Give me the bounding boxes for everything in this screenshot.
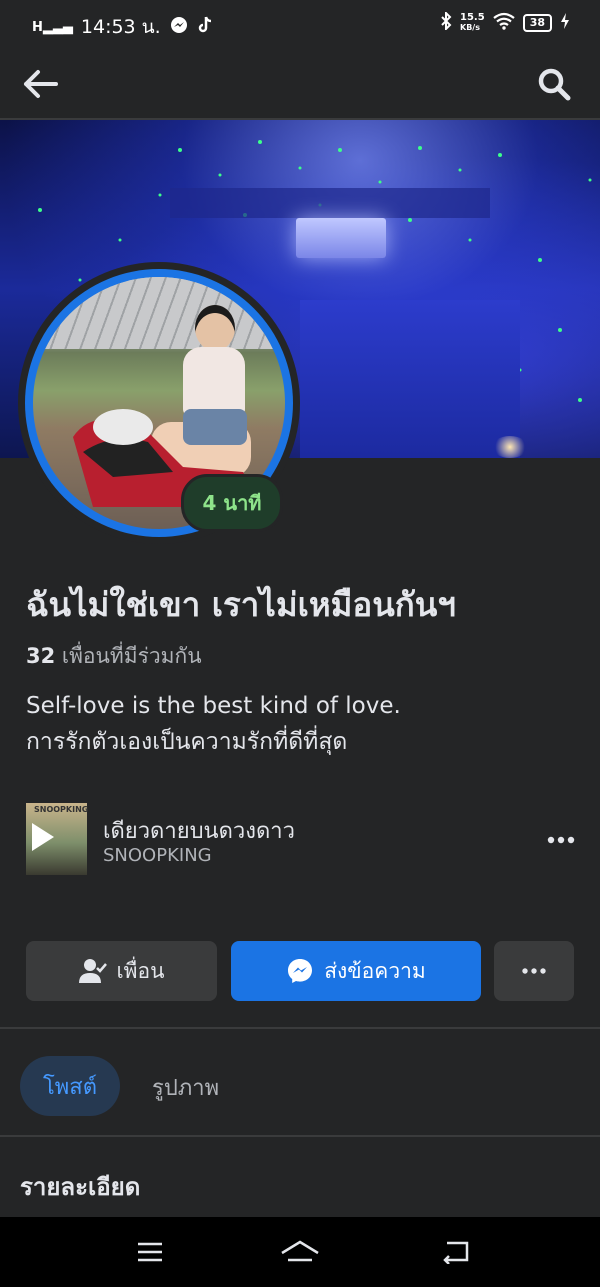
back-nav-icon <box>443 1241 469 1264</box>
home-icon <box>281 1240 319 1262</box>
messenger-icon <box>288 959 313 983</box>
album-art-text: SNOOPKING <box>34 805 89 814</box>
tiktok-notification-icon <box>197 15 215 40</box>
charging-icon <box>560 12 570 33</box>
tab-photos[interactable]: รูปภาพ <box>152 1070 219 1105</box>
top-app-bar <box>0 46 600 120</box>
profile-bio: Self-love is the best kind of love. การร… <box>26 688 401 760</box>
system-navigation-bar <box>0 1217 600 1287</box>
back-button[interactable] <box>20 64 60 104</box>
music-more-button[interactable] <box>544 825 578 855</box>
more-dots-icon <box>522 968 546 974</box>
tab-posts[interactable]: โพสต์ <box>20 1056 120 1116</box>
bio-line-2: การรักตัวเองเป็นความรักที่ดีที่สุด <box>26 729 348 755</box>
air-conditioner <box>296 218 386 258</box>
network-speed-value: 15.5 <box>460 11 485 23</box>
divider <box>0 1135 600 1137</box>
messenger-notification-icon <box>169 15 189 40</box>
search-button[interactable] <box>534 64 574 104</box>
album-art[interactable]: SNOOPKING <box>26 803 89 875</box>
light-glow <box>492 436 528 458</box>
status-time: 14:53 น. <box>80 16 161 38</box>
friends-button[interactable]: เพื่อน <box>26 941 217 1001</box>
song-title: เดียวดายบนดวงดาว <box>103 819 295 844</box>
back-nav-button[interactable] <box>436 1235 476 1269</box>
signal-icon: H▂▃▄ <box>32 19 73 35</box>
network-speed-unit: KB/s <box>460 22 480 32</box>
wall-panel <box>300 300 520 458</box>
friends-button-label: เพื่อน <box>116 958 165 983</box>
profile-name: ฉันไม่ใช่เขา เราไม่เหมือนกันฯ <box>26 585 456 624</box>
more-actions-button[interactable] <box>494 941 574 1001</box>
story-time-badge[interactable]: 4 นาที <box>181 474 283 532</box>
avatar-person-head <box>195 305 235 351</box>
wifi-icon <box>493 12 515 33</box>
message-button-label: ส่งข้อความ <box>324 958 426 983</box>
friend-check-icon <box>78 959 107 983</box>
avatar-roof <box>33 277 285 349</box>
details-heading: รายละเอียด <box>20 1173 141 1201</box>
play-icon[interactable] <box>32 823 54 851</box>
home-button[interactable] <box>280 1235 320 1269</box>
network-speed: 15.5 KB/s <box>460 11 485 33</box>
bluetooth-icon <box>440 10 452 33</box>
menu-lines-icon <box>138 1242 162 1262</box>
mutual-friends-count: 32 <box>26 644 56 668</box>
status-bar: H▂▃▄ 14:53 น. 15.5 KB/s 38 <box>0 0 600 46</box>
search-icon <box>538 68 571 101</box>
ceiling-beam <box>170 188 490 218</box>
bio-line-1: Self-love is the best kind of love. <box>26 693 401 719</box>
mutual-friends[interactable]: 32 เพื่อนที่มีร่วมกัน <box>26 640 202 673</box>
profile-music[interactable]: SNOOPKING เดียวดายบนดวงดาว SNOOPKING <box>26 803 586 875</box>
more-dots-icon <box>547 836 575 844</box>
song-artist: SNOOPKING <box>103 845 212 866</box>
signal-type: H <box>32 19 43 35</box>
message-button[interactable]: ส่งข้อความ <box>231 941 481 1001</box>
divider <box>0 1027 600 1029</box>
mutual-friends-label: เพื่อนที่มีร่วมกัน <box>55 644 202 668</box>
battery-indicator: 38 <box>522 13 552 32</box>
back-arrow-icon <box>24 70 58 98</box>
recent-apps-button[interactable] <box>130 1235 170 1269</box>
